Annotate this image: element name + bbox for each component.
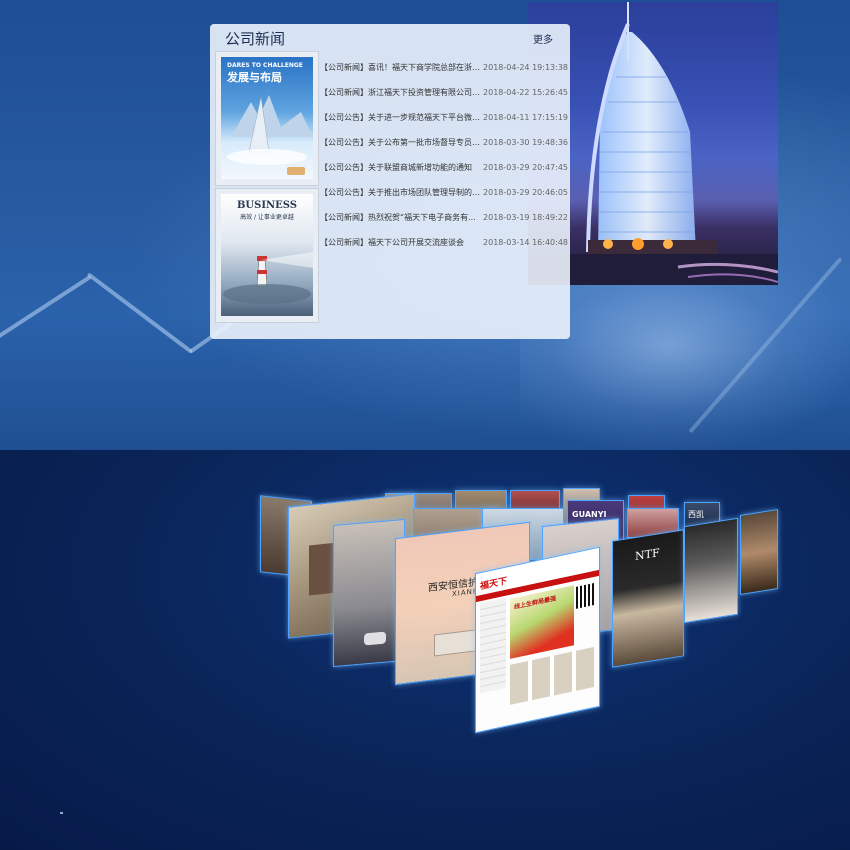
site-banner-text: 线上生鲜局最强 — [514, 595, 557, 611]
news-item-date: 2018-03-29 20:46:05 — [483, 188, 568, 197]
news-item-title: 【公司新闻】浙江福天下投资管理有限公司在杭... — [320, 88, 483, 97]
lighthouse-icon — [223, 252, 313, 304]
news-item-date: 2018-03-30 19:48:36 — [483, 138, 568, 147]
news-item-title: 【公司新闻】热烈祝贺“福天下电子商务有... — [320, 213, 476, 222]
news-item-date: 2018-04-22 15:26:45 — [483, 88, 568, 97]
mountain-graphic — [227, 95, 313, 175]
news-item[interactable]: 【公司公告】关于进一步规范福天下平台微信群... 2018-04-11 17:15… — [320, 105, 568, 130]
chart-line-decoration — [86, 272, 194, 354]
news-item-title: 【公司公告】关于公布第一批市场督导专员聘用... — [320, 138, 483, 147]
news-item-title: 【公司公告】关于进一步规范福天下平台微信群... — [320, 113, 483, 122]
news-item[interactable]: 【公司新闻】喜讯！福天下商学院总部在浙江省... 2018-04-24 19:13… — [320, 55, 568, 80]
shop-sign-text: 西凯 — [688, 510, 704, 519]
brand-text: GUANYI — [572, 510, 607, 519]
gallery-card[interactable] — [684, 517, 738, 624]
news-item[interactable]: 【公司公告】关于公布第一批市场督导专员聘用... 2018-03-30 19:48… — [320, 130, 568, 155]
gallery-card[interactable] — [740, 508, 778, 596]
news-panel-title: 公司新闻 — [225, 30, 286, 48]
news-item-date: 2018-03-14 16:40:48 — [483, 238, 568, 247]
news-list: 【公司新闻】喜讯！福天下商学院总部在浙江省... 2018-04-24 19:13… — [320, 55, 568, 255]
news-item-title: 【公司公告】关于联盟商城新增功能的通知 — [320, 163, 472, 172]
news-item[interactable]: 【公司公告】关于推出市场团队管理导制的通... 2018-03-29 20:46:… — [320, 180, 568, 205]
news-item-date: 2018-03-29 20:47:45 — [483, 163, 568, 172]
stage-floor-glow — [60, 812, 63, 814]
company-news-panel: 公司新闻 更多 DARES TO CHALLENGE 发展与布局 BUSINES… — [210, 24, 570, 339]
gallery-card-ntf-store[interactable]: NTF — [612, 529, 684, 668]
news-item-date: 2018-03-19 18:49:22 — [483, 213, 568, 222]
news-item[interactable]: 【公司新闻】福天下公司开展交流座谈会 2018-03-14 16:40:48 — [320, 230, 568, 255]
news-item-title: 【公司新闻】福天下公司开展交流座谈会 — [320, 238, 464, 247]
news-item-title: 【公司公告】关于推出市场团队管理导制的通... — [320, 188, 483, 197]
ntf-store-sign: NTF — [635, 546, 660, 564]
news-thumbnail-development[interactable]: DARES TO CHALLENGE 发展与布局 — [215, 51, 319, 186]
news-item[interactable]: 【公司新闻】浙江福天下投资管理有限公司在杭... 2018-04-22 15:26… — [320, 80, 568, 105]
news-item-date: 2018-04-24 19:13:38 — [483, 63, 568, 72]
news-item-date: 2018-04-11 17:15:19 — [483, 113, 568, 122]
news-thumbnail-business[interactable]: BUSINESS 高效 / 让事业更卓越 — [215, 188, 319, 323]
more-news-link[interactable]: 更多 — [533, 31, 553, 46]
news-item[interactable]: 【公司公告】关于联盟商城新增功能的通知 2018-03-29 20:47:45 — [320, 155, 568, 180]
photo-gallery-stage: GUANYI 西凯 西安恒信护 XIANHE 福天下 线上生鲜局最强 NTF — [0, 450, 850, 850]
hero-banner: 公司新闻 更多 DARES TO CHALLENGE 发展与布局 BUSINES… — [0, 0, 850, 450]
news-item-title: 【公司新闻】喜讯！福天下商学院总部在浙江省... — [320, 63, 483, 72]
news-item[interactable]: 【公司新闻】热烈祝贺“福天下电子商务有... 2018-03-19 18:49:2… — [320, 205, 568, 230]
gallery-card-website[interactable]: 福天下 线上生鲜局最强 — [475, 546, 600, 734]
chart-line-decoration — [0, 274, 92, 344]
